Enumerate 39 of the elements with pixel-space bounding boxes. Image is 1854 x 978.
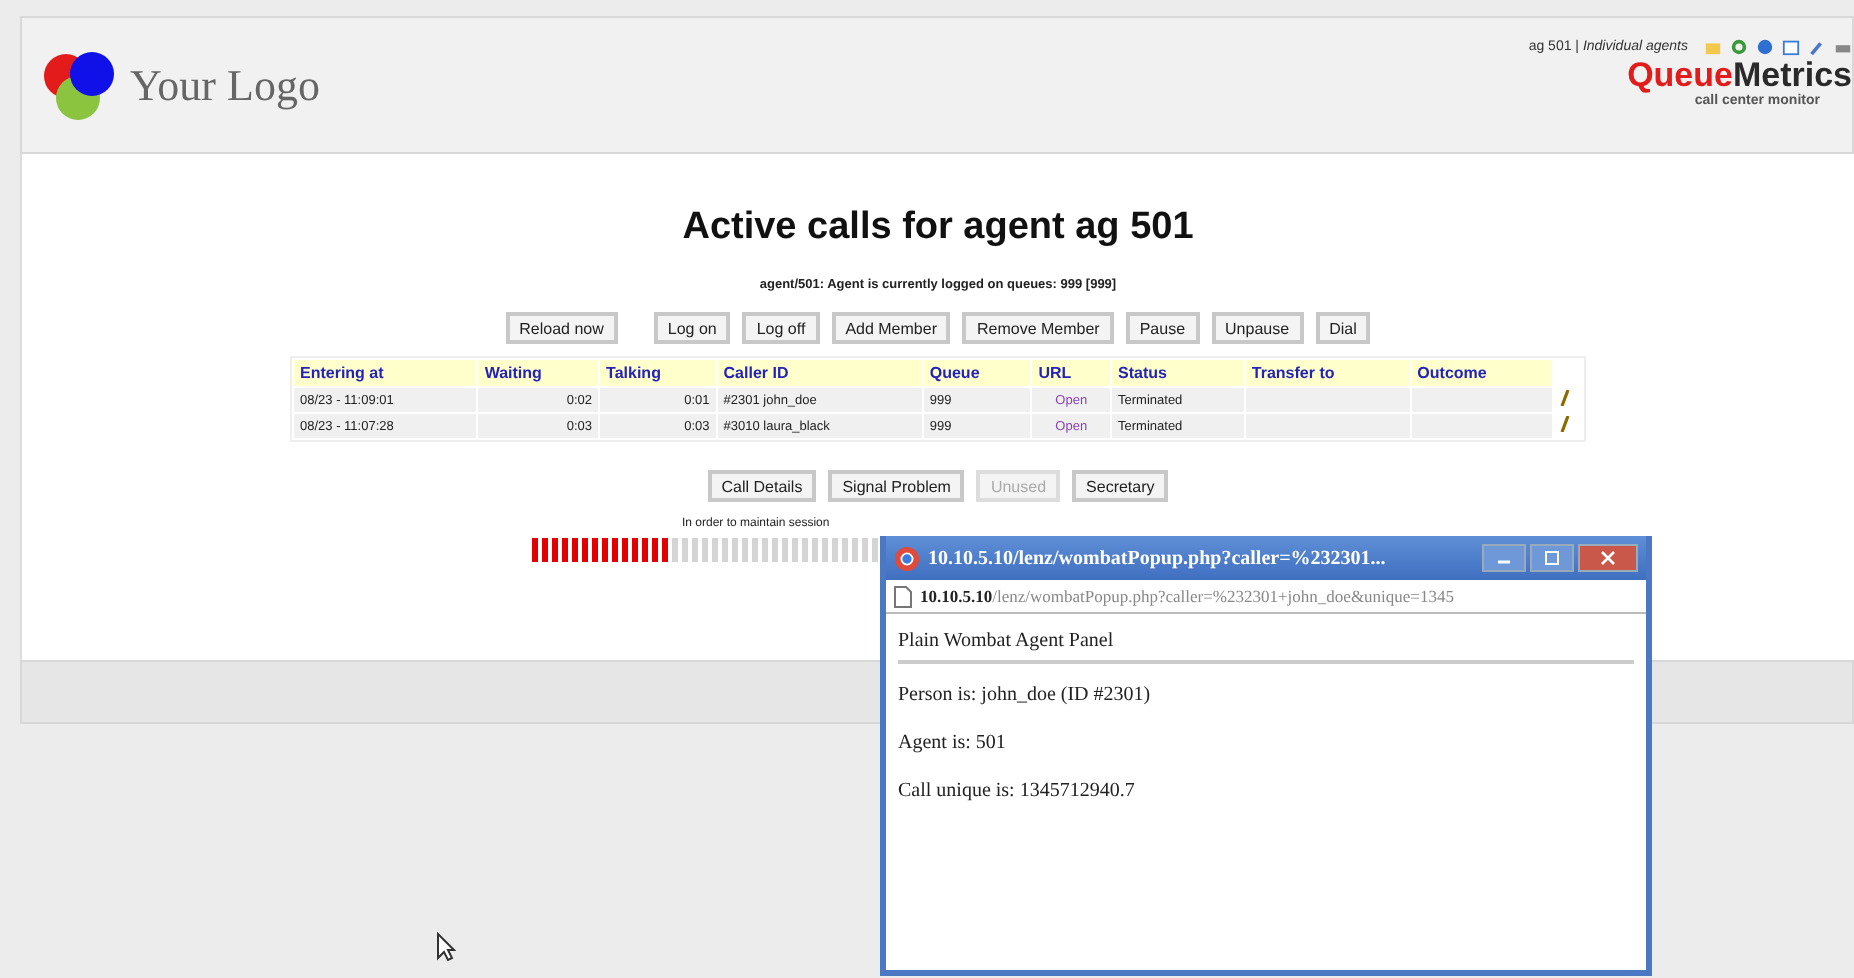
close-icon — [1600, 550, 1616, 566]
action-button[interactable]: Dial — [1315, 312, 1371, 344]
info-line: Person is: john_doe (ID #2301) — [898, 684, 1153, 706]
info-line: Agent is: 501 — [898, 732, 1008, 754]
column-header: Queue — [923, 360, 1031, 386]
action-button[interactable]: Add Member — [831, 312, 951, 344]
action-button[interactable]: Call Details — [707, 470, 817, 502]
column-header: Talking — [600, 360, 716, 386]
address-bar[interactable]: 10.10.5.10/lenz/wombatPopup.php?caller=%232301+john_doe&unique=1345 — [886, 580, 1646, 614]
column-header: URL — [1032, 360, 1111, 386]
window-icon[interactable] — [1782, 38, 1800, 56]
action-button[interactable]: Pause — [1125, 312, 1200, 344]
brand-logo: QueueMetrics — [1627, 58, 1852, 94]
action-button[interactable]: Unpause — [1211, 312, 1304, 344]
action-button[interactable]: Log on — [653, 312, 731, 344]
column-header: Entering at — [294, 360, 477, 386]
column-header: Caller ID — [717, 360, 922, 386]
panel-heading: Plain Wombat Agent Panel — [898, 630, 1116, 652]
circles-logo-icon — [42, 49, 118, 121]
info-line: Call unique is: 1345712940.7 — [898, 780, 1137, 802]
address-url: 10.10.5.10/lenz/wombatPopup.php?caller=%232301+john_doe&unique=1345 — [920, 586, 1454, 606]
maximize-button[interactable] — [1530, 544, 1574, 572]
column-header: Status — [1112, 360, 1244, 386]
column-header: Transfer to — [1245, 360, 1410, 386]
logo-text: Your Logo — [130, 59, 320, 111]
action-button[interactable]: Log off — [742, 312, 820, 344]
close-button[interactable] — [1578, 544, 1638, 572]
page-icon — [894, 585, 912, 607]
column-header: Outcome — [1411, 360, 1552, 386]
page-title: Active calls for agent ag 501 — [682, 206, 1194, 250]
action-button[interactable]: Signal Problem — [828, 470, 965, 502]
mouse-cursor-icon — [436, 932, 456, 962]
window-title: 10.10.5.10/lenz/wombatPopup.php?caller=%232301... — [928, 547, 1386, 569]
action-button[interactable]: Reload now — [505, 312, 618, 344]
maximize-icon — [1544, 550, 1560, 566]
browser-logo-icon — [894, 545, 920, 571]
action-button[interactable]: Remove Member — [962, 312, 1114, 344]
column-header: Waiting — [478, 360, 599, 386]
action-button[interactable]: Secretary — [1072, 470, 1169, 502]
